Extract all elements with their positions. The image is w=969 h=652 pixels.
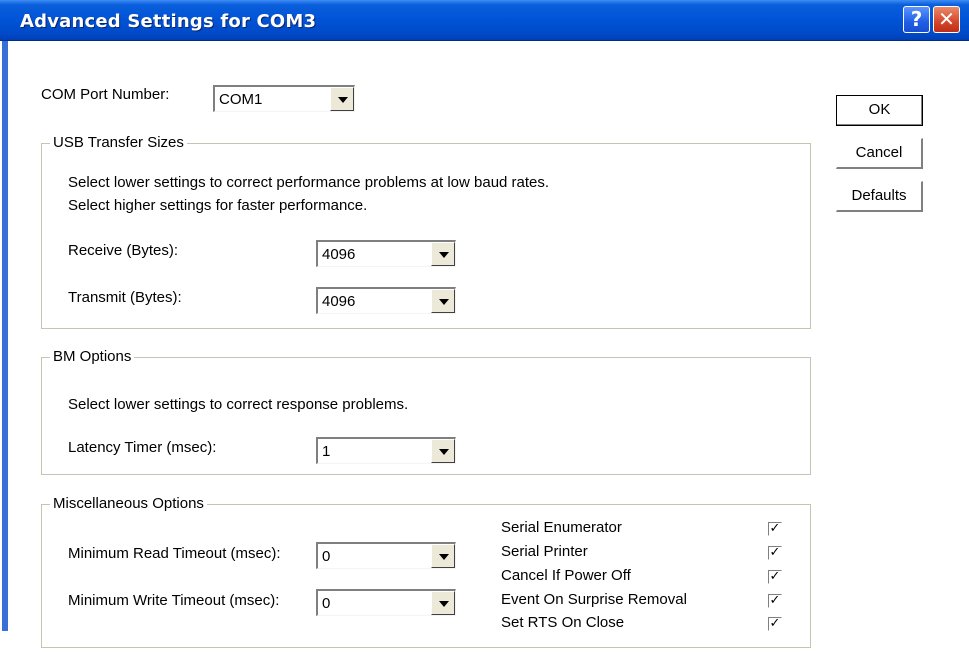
usb-desc-line2: Select higher settings for faster perfor… <box>68 197 368 214</box>
set-rts-on-close-label: Set RTS On Close <box>501 614 625 631</box>
title-bar[interactable]: Advanced Settings for COM3 ? ✕ <box>0 0 969 41</box>
bm-options-legend: BM Options <box>50 347 135 367</box>
com-port-select[interactable]: COM1 <box>213 85 355 112</box>
chevron-down-icon[interactable] <box>330 87 354 111</box>
left-border <box>0 41 10 652</box>
serial-enumerator-checkbox[interactable]: ✓ <box>768 522 782 536</box>
receive-select[interactable]: 4096 <box>316 240 456 267</box>
min-write-timeout-value: 0 <box>322 595 331 612</box>
bm-options-group: BM Options Select lower settings to corr… <box>41 347 811 475</box>
misc-options-group: Miscellaneous Options Minimum Read Timeo… <box>41 494 811 648</box>
event-on-surprise-removal-checkbox[interactable]: ✓ <box>768 594 782 608</box>
chevron-down-icon[interactable] <box>431 544 455 568</box>
latency-timer-label: Latency Timer (msec): <box>68 439 217 456</box>
min-read-timeout-select[interactable]: 0 <box>316 542 456 569</box>
usb-transfer-sizes-group: USB Transfer Sizes Select lower settings… <box>41 133 811 329</box>
min-read-timeout-value: 0 <box>322 548 331 565</box>
question-icon: ? <box>910 7 923 31</box>
usb-transfer-sizes-legend: USB Transfer Sizes <box>50 133 187 153</box>
transmit-label: Transmit (Bytes): <box>68 289 182 306</box>
min-write-timeout-label: Minimum Write Timeout (msec): <box>68 592 280 609</box>
com-port-label: COM Port Number: <box>41 86 170 103</box>
advanced-settings-dialog: Advanced Settings for COM3 ? ✕ COM Port … <box>0 0 969 652</box>
event-on-surprise-removal-label: Event On Surprise Removal <box>501 591 687 608</box>
bm-desc: Select lower settings to correct respons… <box>68 396 409 413</box>
min-write-timeout-select[interactable]: 0 <box>316 589 456 616</box>
usb-desc-line1: Select lower settings to correct perform… <box>68 174 550 191</box>
chevron-down-icon[interactable] <box>431 439 455 463</box>
misc-options-legend: Miscellaneous Options <box>50 494 207 514</box>
close-button[interactable]: ✕ <box>933 6 960 33</box>
set-rts-on-close-checkbox[interactable]: ✓ <box>768 617 782 631</box>
cancel-if-power-off-label: Cancel If Power Off <box>501 567 631 584</box>
chevron-down-icon[interactable] <box>431 242 455 266</box>
window-title: Advanced Settings for COM3 <box>20 11 317 32</box>
cancel-if-power-off-checkbox[interactable]: ✓ <box>768 570 782 584</box>
transmit-select[interactable]: 4096 <box>316 287 456 314</box>
com-port-value: COM1 <box>219 91 263 108</box>
cancel-button[interactable]: Cancel <box>836 138 923 169</box>
serial-printer-label: Serial Printer <box>501 543 588 560</box>
help-button[interactable]: ? <box>903 6 930 33</box>
defaults-button[interactable]: Defaults <box>836 181 923 212</box>
dialog-body: COM Port Number: COM1 OK Cancel Defaults… <box>10 41 969 652</box>
receive-label: Receive (Bytes): <box>68 242 179 259</box>
chevron-down-icon[interactable] <box>431 591 455 615</box>
latency-timer-value: 1 <box>322 443 331 460</box>
chevron-down-icon[interactable] <box>431 289 455 313</box>
serial-printer-checkbox[interactable]: ✓ <box>768 546 782 560</box>
min-read-timeout-label: Minimum Read Timeout (msec): <box>68 545 281 562</box>
receive-value: 4096 <box>322 246 356 263</box>
close-icon: ✕ <box>938 7 955 31</box>
transmit-value: 4096 <box>322 293 356 310</box>
ok-button[interactable]: OK <box>836 95 923 126</box>
latency-timer-select[interactable]: 1 <box>316 437 456 464</box>
serial-enumerator-label: Serial Enumerator <box>501 519 622 536</box>
